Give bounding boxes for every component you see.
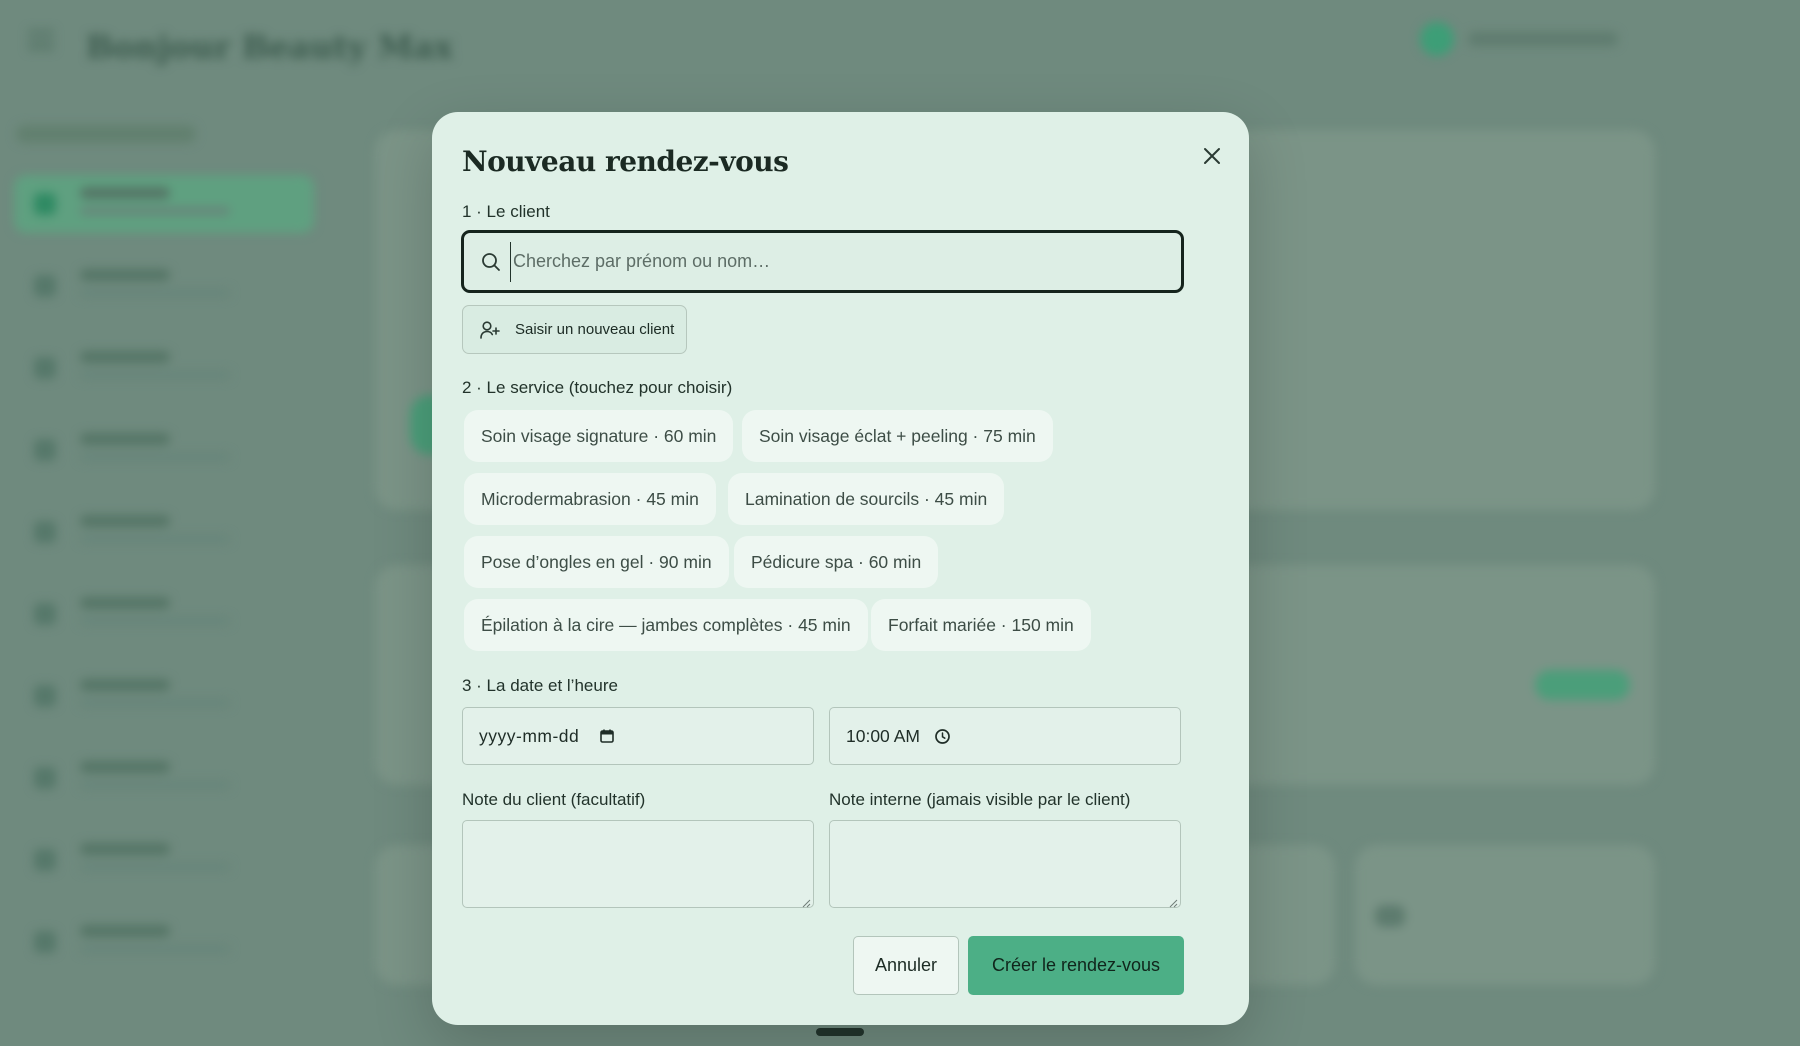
resize-handle-icon[interactable] bbox=[1168, 895, 1178, 908]
new-appointment-dialog: Nouveau rendez-vous 1 · Le client Saisir… bbox=[432, 112, 1249, 1025]
service-chip[interactable]: Forfait mariée · 150 min bbox=[871, 599, 1091, 651]
sidebar-heading bbox=[16, 125, 196, 143]
sidebar-item bbox=[14, 339, 314, 397]
service-chip[interactable]: Pédicure spa · 60 min bbox=[734, 536, 939, 588]
sidebar-item bbox=[14, 503, 314, 561]
avatar bbox=[1420, 22, 1454, 56]
sidebar-item bbox=[14, 257, 314, 315]
section-client-label: 1 · Le client bbox=[462, 202, 550, 221]
user-name-placeholder bbox=[1468, 32, 1618, 46]
clock-icon bbox=[934, 728, 951, 745]
create-appointment-button[interactable]: Créer le rendez-vous bbox=[968, 936, 1184, 995]
user-menu bbox=[1420, 22, 1618, 56]
user-plus-icon bbox=[479, 319, 501, 341]
background-accent bbox=[1535, 670, 1630, 700]
service-chip[interactable]: Soin visage éclat + peeling · 75 min bbox=[742, 410, 1053, 462]
service-chip[interactable]: Pose d’ongles en gel · 90 min bbox=[464, 536, 729, 588]
service-chip[interactable]: Lamination de sourcils · 45 min bbox=[728, 473, 1005, 525]
resize-handle-icon[interactable] bbox=[801, 895, 811, 908]
sidebar-item bbox=[14, 175, 314, 233]
section-datetime-label: 3 · La date et l’heure bbox=[462, 676, 618, 695]
background-sidebar bbox=[0, 95, 330, 1046]
close-button[interactable] bbox=[1194, 138, 1230, 174]
time-value: 10:00 AM bbox=[846, 725, 920, 746]
close-icon bbox=[1202, 146, 1222, 166]
sidebar-item bbox=[14, 831, 314, 889]
service-chip[interactable]: Microdermabrasion · 45 min bbox=[464, 473, 716, 525]
internal-note-textarea[interactable] bbox=[829, 820, 1181, 908]
service-chip[interactable]: Soin visage signature · 60 min bbox=[464, 410, 734, 462]
time-input[interactable]: 10:00 AM bbox=[829, 707, 1181, 765]
search-icon bbox=[480, 251, 502, 273]
date-input[interactable]: yyyy-mm-dd bbox=[462, 707, 814, 765]
sidebar-item bbox=[14, 421, 314, 479]
date-value: yyyy-mm-dd bbox=[479, 725, 580, 746]
menu-icon bbox=[28, 30, 54, 50]
sidebar-item bbox=[14, 667, 314, 725]
dialog-title: Nouveau rendez-vous bbox=[462, 145, 789, 178]
sidebar-item bbox=[14, 585, 314, 643]
sidebar-item bbox=[14, 913, 314, 971]
client-search-input[interactable] bbox=[510, 241, 1150, 282]
calendar-icon bbox=[599, 728, 615, 744]
internal-note-label: Note interne (jamais visible par le clie… bbox=[829, 790, 1131, 809]
new-client-button[interactable]: Saisir un nouveau client bbox=[462, 305, 687, 354]
sidebar-item bbox=[14, 749, 314, 807]
background-topbar: Bonjour Beauty Max bbox=[0, 0, 1800, 95]
client-note-label: Note du client (facultatif) bbox=[462, 790, 646, 809]
background-block bbox=[1375, 905, 1405, 927]
home-indicator bbox=[816, 1028, 864, 1036]
cancel-button[interactable]: Annuler bbox=[853, 936, 959, 995]
service-chip[interactable]: Épilation à la cire — jambes complètes ·… bbox=[464, 599, 868, 651]
app-brand: Bonjour Beauty Max bbox=[86, 28, 453, 66]
client-note-textarea[interactable] bbox=[462, 820, 814, 908]
new-client-label: Saisir un nouveau client bbox=[515, 321, 675, 338]
section-service-label: 2 · Le service (touchez pour choisir) bbox=[462, 378, 733, 397]
client-search bbox=[461, 230, 1184, 293]
